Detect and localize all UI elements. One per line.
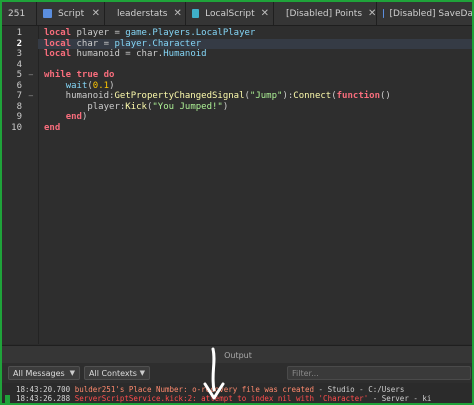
output-panel-header: Output [2,345,472,364]
keyword: end [44,122,61,133]
expression: player.Character [114,38,202,49]
identifier: humanoid: [44,91,115,101]
number: 0.1 [92,80,110,91]
operator: () [380,91,391,101]
error-marker [5,395,10,403]
method: Connect [293,91,332,101]
keyword: local [44,38,72,49]
tab-label: [Disabled] Points [286,8,363,19]
keyword: do [103,70,115,80]
code-editor[interactable]: 1 2 3 4 5 6 7 8 9 10 − − local player = … [2,26,472,344]
output-log[interactable]: 18:43:20.700 bulder251's Place Number: o… [2,383,472,403]
line-number: 3 [16,49,22,59]
code-line: player:Kick("You Jumped!") [44,102,228,113]
close-icon[interactable]: ✕ [255,8,269,19]
tab-label: Script [58,8,85,19]
method: Kick [125,101,147,112]
context-filter-dropdown[interactable]: All Contexts ▼ [84,366,150,380]
operator: ) [222,101,229,112]
tab-disabled-points[interactable]: [Disabled] Points ✕ [274,2,377,25]
tab-localscript[interactable]: LocalScript ✕ [186,2,274,25]
log-timestamp: 18:43:20.700 [16,385,71,394]
line-number: 5 [16,70,22,80]
fold-toggle-icon[interactable]: − [28,70,34,81]
line-number: 6 [16,80,22,91]
output-toolbar: All Messages ▼ All Contexts ▼ Filter... [2,363,472,383]
tab-label: leaderstats [117,8,168,19]
builtin-call: wait [65,80,88,91]
studio-window: 251 Script ✕ leaderstats ✕ LocalScript ✕… [0,0,474,405]
filter-placeholder: Filter... [292,368,319,378]
identifier: char [76,38,99,49]
keyword: function [336,91,380,101]
tab-leaderstats[interactable]: leaderstats ✕ [105,2,186,25]
output-title: Output [224,350,252,360]
localscript-icon [192,9,200,18]
string: "You Jumped!" [152,101,223,112]
line-number: 1 [16,28,22,38]
line-number: 9 [16,112,22,122]
keyword: end [65,112,82,122]
identifier: player: [44,101,126,112]
code-line: end [44,123,60,134]
code-line: end) [44,112,88,123]
identifier: player [76,28,110,38]
code-line-current: local char = player.Character [38,38,472,49]
code-line: local player = game.Players.LocalPlayer [44,28,255,39]
code-line: local humanoid = char.Humanoid [44,49,207,60]
keyword: true [76,70,99,80]
close-icon[interactable]: ✕ [362,8,376,19]
log-timestamp: 18:43:26.288 [16,394,71,403]
expression: Humanoid [163,49,207,59]
chevron-down-icon: ▼ [69,369,75,377]
line-number: 7 [16,91,22,101]
log-source: - Server - ki [368,394,432,403]
line-number: 10 [11,122,22,133]
keyword: local [44,28,72,38]
log-source: - Studio - C:/Users [314,385,405,394]
script-tab-bar: 251 Script ✕ leaderstats ✕ LocalScript ✕… [2,2,474,26]
operator: ) [81,112,88,122]
keyword: local [44,49,72,59]
string: "Jump" [249,91,283,101]
line-number-gutter: 1 2 3 4 5 6 7 8 9 10 − − [2,26,39,344]
tab-disabled-savedata[interactable]: [Disabled] SaveData [377,2,474,25]
operator: = [109,28,126,38]
tab-script[interactable]: Script ✕ [37,2,105,25]
code-line: humanoid:GetPropertyChangedSignal("Jump"… [44,91,391,102]
identifier: humanoid [76,49,120,59]
dropdown-label: All Contexts [89,368,137,378]
code-line: wait(0.1) [44,80,115,92]
tab-label: 251 [8,8,26,19]
expression: game.Players.LocalPlayer [125,28,256,38]
fold-toggle-icon[interactable]: − [28,91,34,102]
dropdown-label: All Messages [13,368,65,378]
log-message: bulder251's Place Number: [74,385,193,394]
tab-251[interactable]: 251 [2,2,37,25]
code-text: local player = game.Players.LocalPlayer … [38,26,472,152]
tab-label: [Disabled] SaveData [389,8,474,19]
operator: ): [282,91,294,101]
script-icon [43,9,52,18]
line-number: 2 [16,38,22,49]
message-filter-dropdown[interactable]: All Messages ▼ [8,366,80,380]
output-filter-input[interactable]: Filter... [287,366,471,380]
close-icon[interactable]: ✕ [86,8,100,19]
code-line: while true do [44,70,114,81]
operator: ) [109,80,115,91]
line-number: 4 [16,59,22,70]
keyword: while [44,70,72,80]
line-number: 8 [16,101,22,112]
method: GetPropertyChangedSignal [114,91,245,101]
tab-label: LocalScript [205,8,255,19]
operator: = [98,38,115,49]
chevron-down-icon: ▼ [139,369,145,377]
operator: = char. [119,49,164,59]
close-icon[interactable]: ✕ [167,8,181,19]
annotation-arrow-icon [203,347,225,400]
